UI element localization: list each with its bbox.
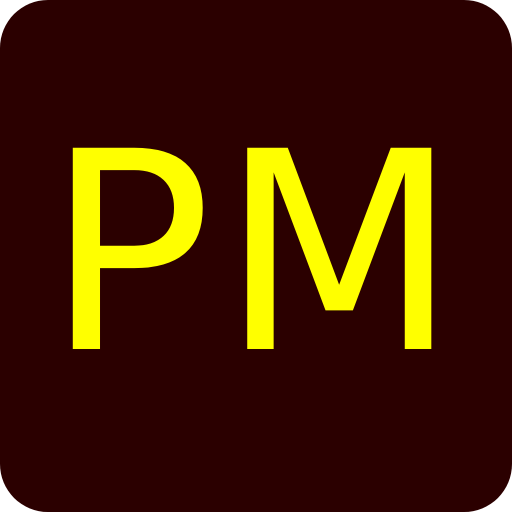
- icon-label: PM: [45, 94, 467, 415]
- app-icon: PM: [0, 0, 512, 512]
